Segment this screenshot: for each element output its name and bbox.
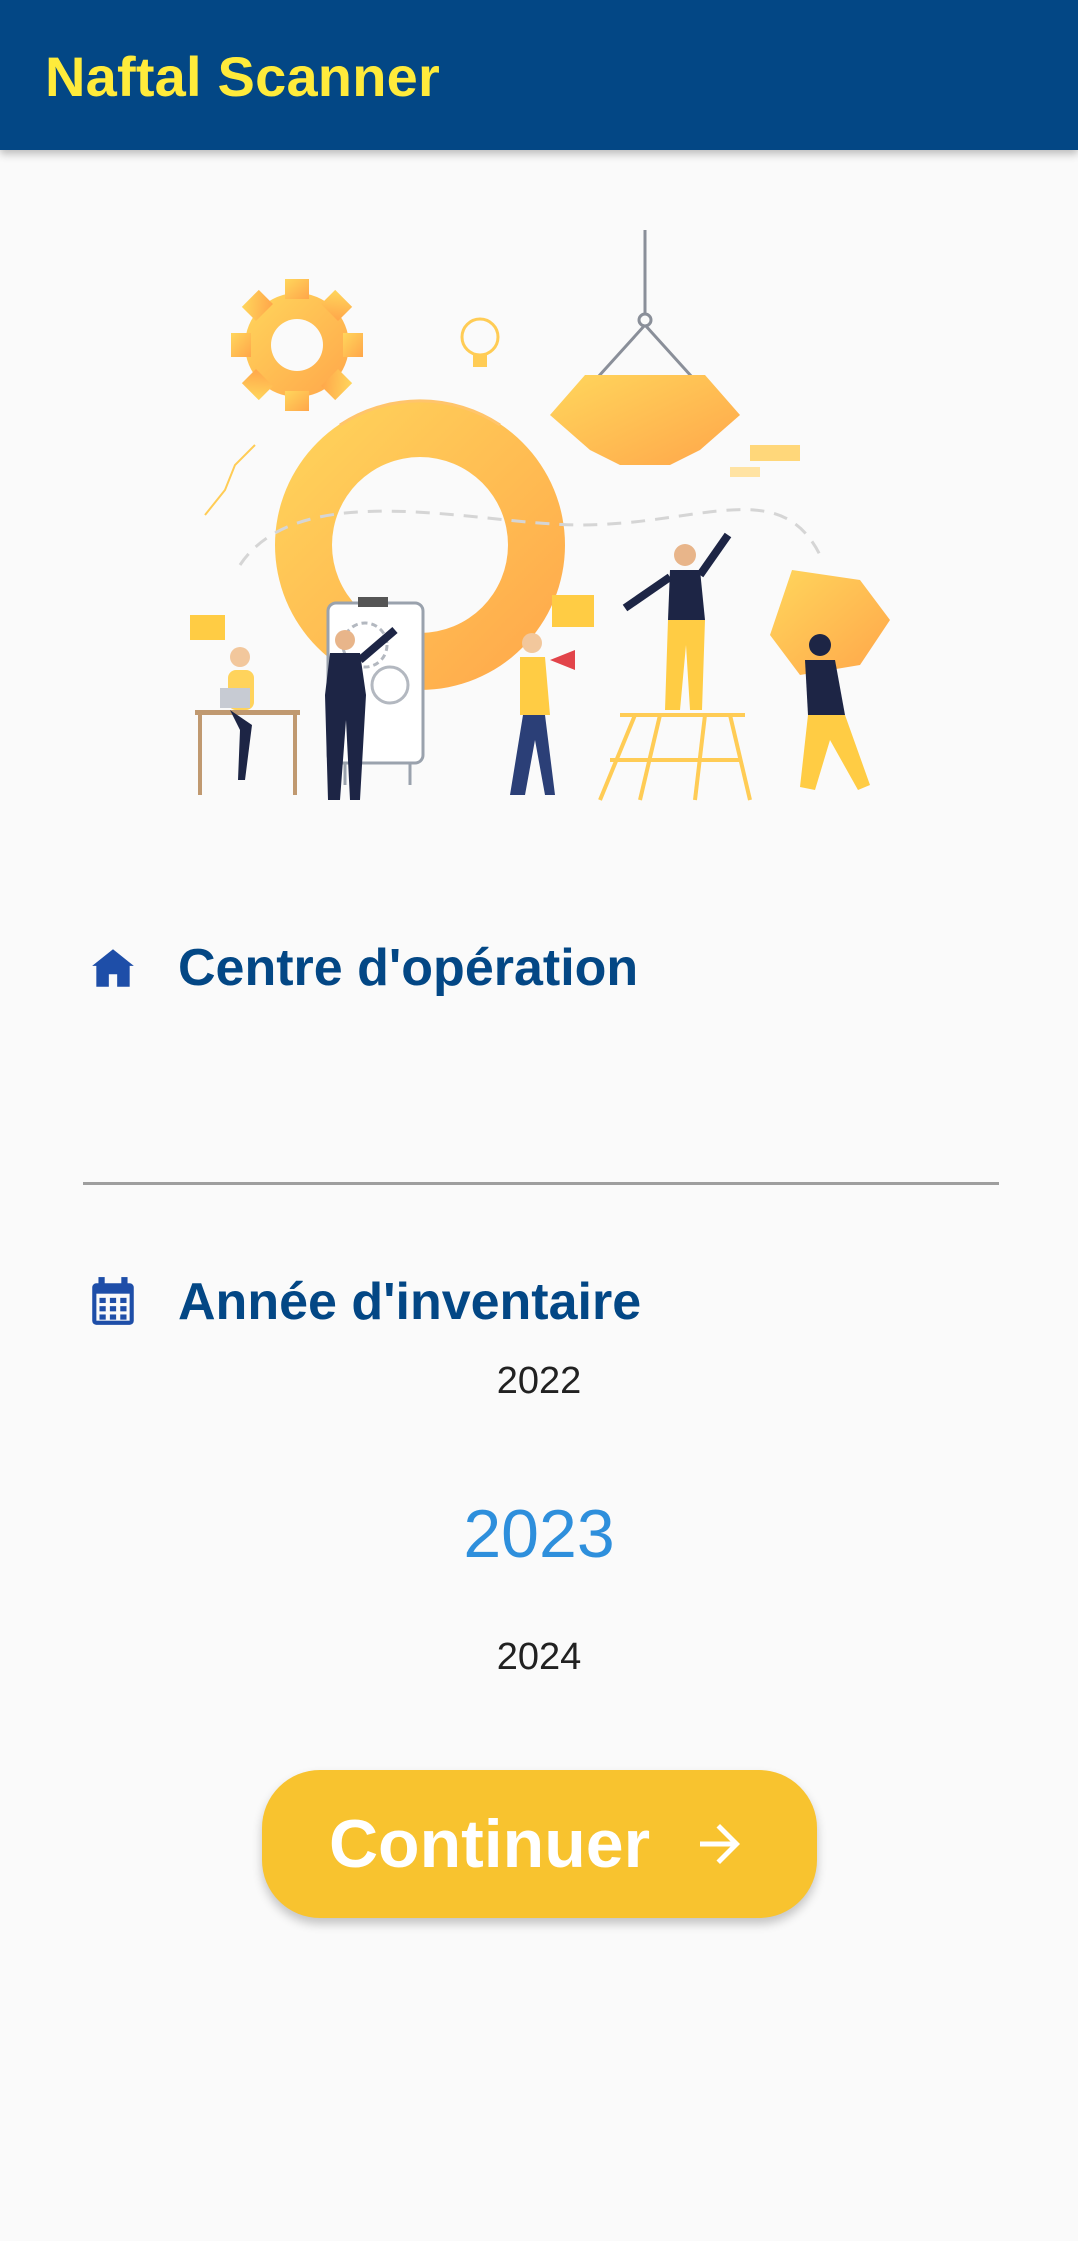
app-title: Naftal Scanner: [45, 45, 440, 108]
year-option-previous[interactable]: 2022: [0, 1360, 1078, 1403]
centre-section-header: Centre d'opération: [88, 938, 638, 998]
app-bar: Naftal Scanner: [0, 0, 1078, 150]
arrow-right-icon: [690, 1814, 750, 1874]
year-option-next[interactable]: 2024: [0, 1636, 1078, 1679]
year-picker[interactable]: 2022 2023 2024: [0, 1360, 1078, 1720]
continue-label: Continuer: [328, 1806, 651, 1882]
home-icon: [88, 943, 138, 993]
continue-button[interactable]: Continuer: [262, 1770, 817, 1918]
inventory-year-section-header: Année d'inventaire: [88, 1272, 641, 1332]
teamwork-gears-illustration: [180, 225, 900, 805]
calendar-icon: [88, 1277, 138, 1327]
inventory-year-label: Année d'inventaire: [178, 1273, 642, 1331]
year-option-selected[interactable]: 2023: [0, 1495, 1078, 1573]
centre-input[interactable]: [83, 1040, 999, 1185]
centre-label: Centre d'opération: [178, 939, 639, 997]
